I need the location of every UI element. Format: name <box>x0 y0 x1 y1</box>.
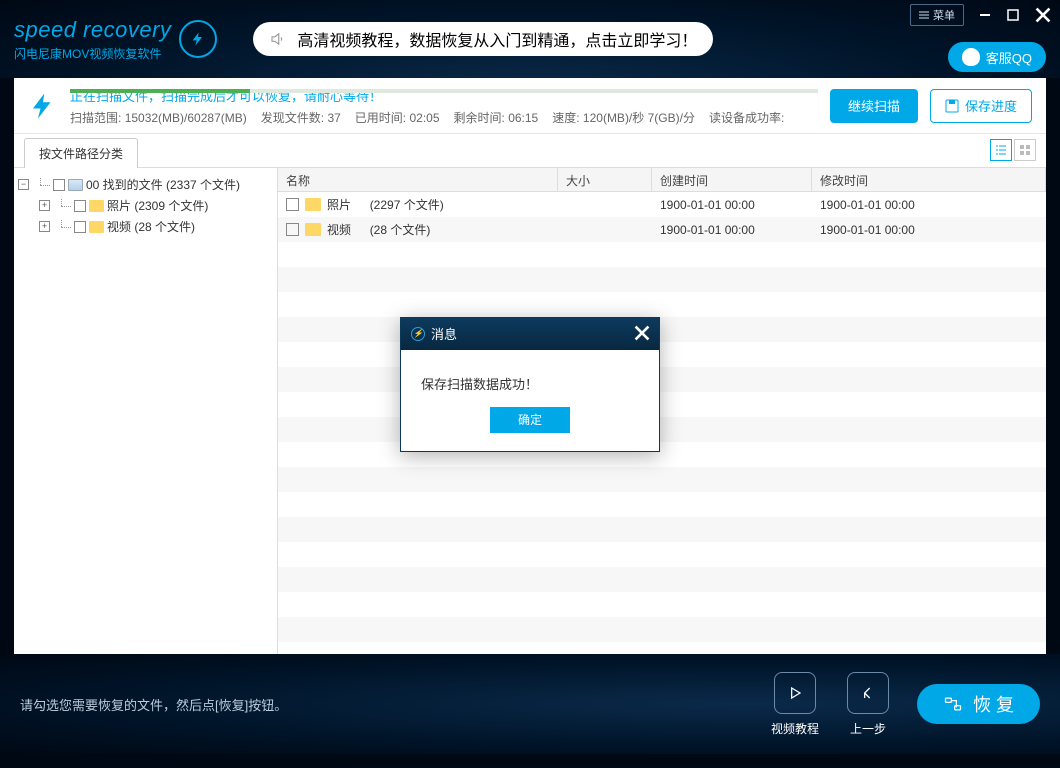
grid-icon <box>1019 144 1031 156</box>
footer-actions: 视频教程 上一步 恢 复 <box>771 672 1040 737</box>
collapse-icon[interactable]: − <box>18 179 29 190</box>
expand-icon[interactable]: + <box>39 221 50 232</box>
speaker-icon <box>269 30 287 48</box>
logo-title: speed recovery <box>14 17 171 43</box>
col-modified[interactable]: 修改时间 <box>812 168 1046 191</box>
col-name[interactable]: 名称 <box>278 168 558 191</box>
recover-icon <box>943 694 963 714</box>
save-progress-button[interactable]: 保存进度 <box>930 89 1032 123</box>
scan-info: 正在扫描文件，扫描完成后才可以恢复，请耐心等待！ 扫描范围: 15032(MB)… <box>70 86 818 126</box>
window-controls: 菜单 <box>910 4 1052 26</box>
table-row[interactable]: 照片 (2297 个文件) 1900-01-01 00:00 1900-01-0… <box>278 192 1046 217</box>
promo-text: 高清视频教程，数据恢复从入门到精通，点击立即学习！ <box>297 27 697 51</box>
checkbox[interactable] <box>286 223 299 236</box>
progress-bar <box>70 89 818 93</box>
save-icon <box>945 99 959 113</box>
tree-panel: − 00 找到的文件 (2337 个文件) + 照片 (2309 个文件) + <box>14 168 278 654</box>
tabs-row: 按文件路径分类 <box>14 134 1046 168</box>
dialog-logo-icon: ⚡ <box>411 327 425 341</box>
checkbox[interactable] <box>286 198 299 211</box>
message-dialog: ⚡ 消息 保存扫描数据成功！ 确定 <box>400 317 660 452</box>
col-created[interactable]: 创建时间 <box>652 168 812 191</box>
scan-status-bar: 正在扫描文件，扫描完成后才可以恢复，请耐心等待！ 扫描范围: 15032(MB)… <box>14 78 1046 134</box>
checkbox[interactable] <box>53 179 65 191</box>
maximize-icon[interactable] <box>1006 8 1020 22</box>
recover-button[interactable]: 恢 复 <box>917 684 1040 724</box>
logo-subtitle: 闪电尼康MOV视频恢复软件 <box>14 45 171 62</box>
qq-icon <box>962 48 980 66</box>
play-icon <box>785 683 805 703</box>
footer-hint: 请勾选您需要恢复的文件，然后点[恢复]按钮。 <box>20 695 771 714</box>
footer: 请勾选您需要恢复的文件，然后点[恢复]按钮。 视频教程 上一步 恢 复 <box>0 654 1060 754</box>
menu-button[interactable]: 菜单 <box>910 4 964 26</box>
folder-icon <box>305 198 321 211</box>
minimize-icon[interactable] <box>978 8 992 22</box>
folder-icon <box>89 200 104 212</box>
col-size[interactable]: 大小 <box>558 168 652 191</box>
tree-item-photos[interactable]: + 照片 (2309 个文件) <box>18 195 273 216</box>
scan-details: 扫描范围: 15032(MB)/60287(MB) 发现文件数: 37 已用时间… <box>70 109 818 126</box>
tree-item-videos[interactable]: + 视频 (28 个文件) <box>18 216 273 237</box>
grid-view-button[interactable] <box>1014 139 1036 161</box>
tree-root[interactable]: − 00 找到的文件 (2337 个文件) <box>18 174 273 195</box>
checkbox[interactable] <box>74 221 86 233</box>
table-row[interactable]: 视频 (28 个文件) 1900-01-01 00:00 1900-01-01 … <box>278 217 1046 242</box>
qq-support-button[interactable]: 客服QQ <box>948 42 1046 72</box>
file-panel: 名称 大小 创建时间 修改时间 照片 (2297 个文件) 1900-01-01… <box>278 168 1046 654</box>
list-icon <box>995 144 1007 156</box>
promo-banner[interactable]: 高清视频教程，数据恢复从入门到精通，点击立即学习！ <box>253 22 713 56</box>
expand-icon[interactable]: + <box>39 200 50 211</box>
ok-button[interactable]: 确定 <box>490 407 570 433</box>
back-icon <box>858 683 878 703</box>
folder-icon <box>305 223 321 236</box>
app-header: speed recovery 闪电尼康MOV视频恢复软件 高清视频教程，数据恢复… <box>0 0 1060 78</box>
list-view-button[interactable] <box>990 139 1012 161</box>
back-button[interactable]: 上一步 <box>847 672 889 737</box>
scan-bolt-icon <box>28 91 58 121</box>
bolt-icon <box>190 28 206 50</box>
close-icon[interactable] <box>1034 6 1052 24</box>
folder-icon <box>89 221 104 233</box>
logo-badge <box>179 20 217 58</box>
dialog-message: 保存扫描数据成功！ <box>401 350 659 407</box>
folder-icon <box>68 179 83 191</box>
dialog-title-bar: ⚡ 消息 <box>401 318 659 350</box>
table-header: 名称 大小 创建时间 修改时间 <box>278 168 1046 192</box>
table-body: 照片 (2297 个文件) 1900-01-01 00:00 1900-01-0… <box>278 192 1046 654</box>
logo: speed recovery 闪电尼康MOV视频恢复软件 <box>14 17 171 62</box>
close-icon[interactable] <box>633 324 651 342</box>
checkbox[interactable] <box>74 200 86 212</box>
continue-scan-button[interactable]: 继续扫描 <box>830 89 918 123</box>
tutorial-button[interactable]: 视频教程 <box>771 672 819 737</box>
tab-by-path[interactable]: 按文件路径分类 <box>24 138 138 168</box>
view-toggle <box>990 139 1036 161</box>
menu-icon <box>919 10 929 20</box>
